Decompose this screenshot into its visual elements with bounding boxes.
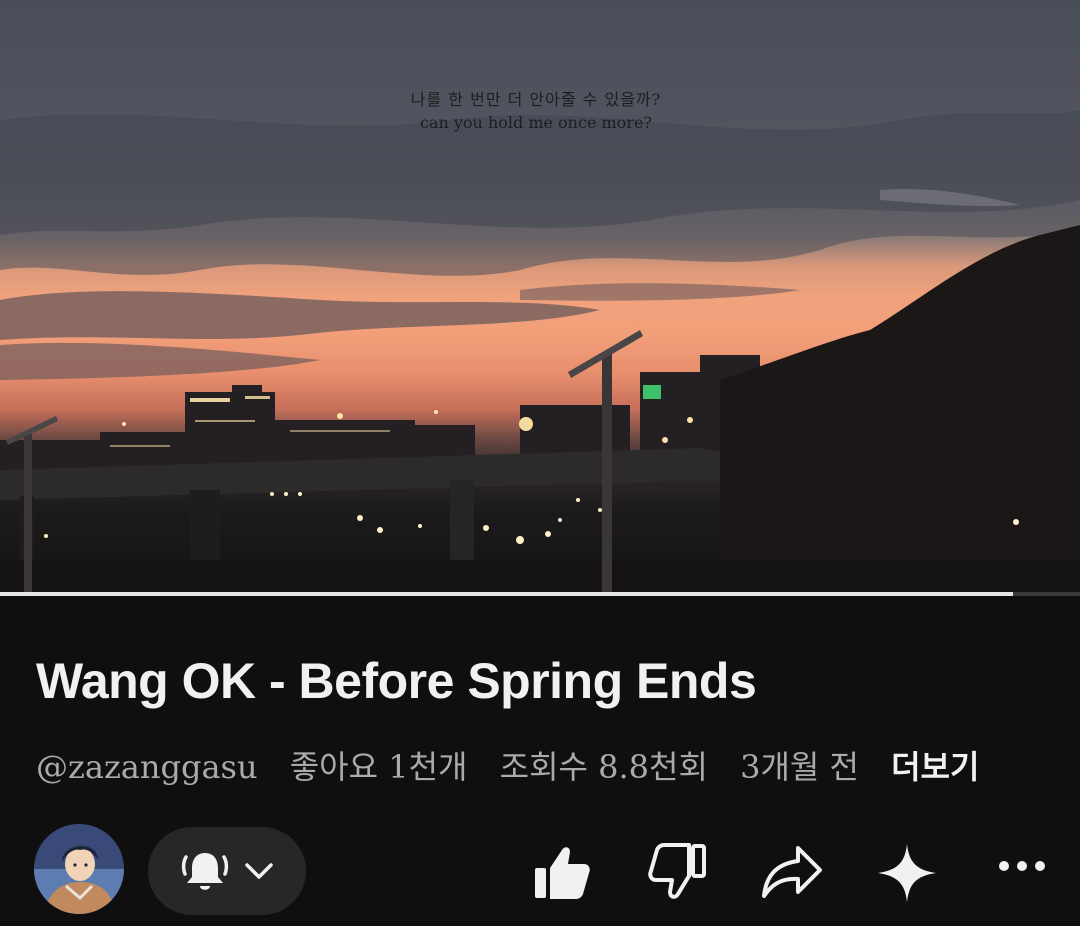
action-bar — [0, 824, 1080, 918]
video-info-panel: Wang OK - Before Spring Ends @zazanggasu… — [0, 596, 1080, 926]
video-player[interactable]: 나를 한 번만 더 안아줄 수 있을까? can you hold me onc… — [0, 0, 1080, 592]
upload-age: 3개월 전 — [740, 748, 859, 786]
thumbs-up-icon[interactable] — [532, 842, 592, 902]
avatar-illustration — [34, 824, 124, 914]
like-count: 좋아요 1천개 — [289, 748, 468, 786]
more-button[interactable]: 더보기 — [891, 748, 979, 786]
view-count: 조회수 8.8천회 — [499, 748, 708, 786]
bell-icon — [181, 853, 229, 890]
sparkle-icon[interactable] — [876, 842, 938, 904]
chevron-down-icon — [245, 863, 273, 879]
video-caption: 나를 한 번만 더 안아줄 수 있을까? can you hold me onc… — [0, 88, 1072, 134]
thumbs-down-icon[interactable] — [648, 842, 708, 902]
share-icon[interactable] — [760, 842, 824, 902]
channel-handle[interactable]: @zazanggasu — [36, 748, 258, 786]
notification-toggle[interactable] — [148, 827, 306, 915]
caption-korean: 나를 한 번만 더 안아줄 수 있을까? — [410, 90, 662, 109]
more-icon[interactable] — [996, 858, 1048, 874]
caption-english: can you hold me once more? — [419, 113, 652, 132]
video-metadata[interactable]: @zazanggasu 좋아요 1천개 조회수 8.8천회 3개월 전 더보기 — [36, 742, 1001, 788]
channel-avatar[interactable] — [34, 824, 124, 914]
video-title[interactable]: Wang OK - Before Spring Ends — [36, 652, 757, 710]
